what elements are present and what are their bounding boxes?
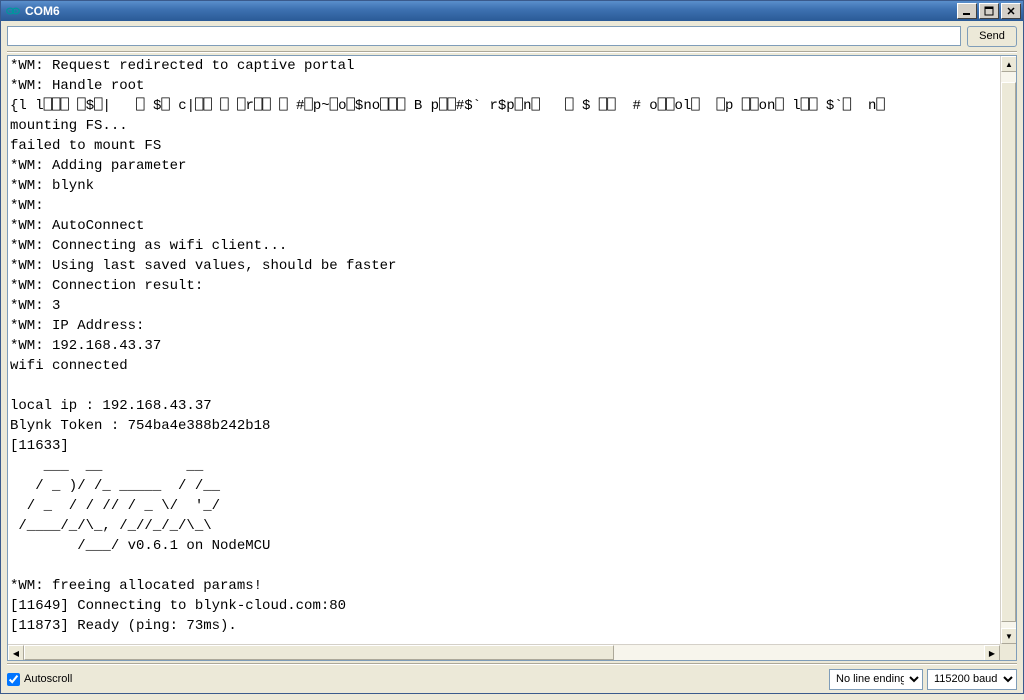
scroll-up-button[interactable]: ▲ bbox=[1001, 56, 1017, 72]
window-title: COM6 bbox=[25, 4, 957, 18]
console-area: *WM: Request redirected to captive porta… bbox=[7, 55, 1017, 661]
scroll-down-button[interactable]: ▼ bbox=[1001, 628, 1017, 644]
scroll-track-horizontal[interactable] bbox=[24, 645, 984, 660]
minimize-button[interactable] bbox=[957, 3, 977, 19]
scroll-thumb-horizontal[interactable] bbox=[24, 645, 614, 660]
vertical-scrollbar[interactable]: ▲ ▼ bbox=[1000, 56, 1016, 644]
scroll-thumb-vertical[interactable] bbox=[1001, 82, 1016, 622]
baud-rate-select[interactable]: 115200 baud bbox=[927, 669, 1017, 690]
autoscroll-checkbox[interactable] bbox=[7, 673, 20, 686]
scroll-right-button[interactable]: ▶ bbox=[984, 645, 1000, 661]
input-toolbar: Send bbox=[1, 21, 1023, 51]
status-bar: Autoscroll No line ending 115200 baud bbox=[1, 665, 1023, 693]
autoscroll-checkbox-wrap[interactable]: Autoscroll bbox=[7, 673, 72, 686]
autoscroll-label: Autoscroll bbox=[24, 673, 72, 685]
console-output[interactable]: *WM: Request redirected to captive porta… bbox=[8, 56, 1000, 644]
send-button[interactable]: Send bbox=[967, 26, 1017, 47]
scroll-left-button[interactable]: ◀ bbox=[8, 645, 24, 661]
line-ending-select[interactable]: No line ending bbox=[829, 669, 923, 690]
scroll-corner bbox=[1000, 644, 1016, 660]
titlebar[interactable]: COM6 bbox=[1, 1, 1023, 21]
close-button[interactable] bbox=[1001, 3, 1021, 19]
separator bbox=[7, 51, 1017, 53]
horizontal-scrollbar[interactable]: ◀ ▶ bbox=[8, 644, 1000, 660]
maximize-button[interactable] bbox=[979, 3, 999, 19]
app-icon bbox=[5, 3, 21, 19]
scroll-track-vertical[interactable] bbox=[1001, 72, 1016, 628]
window-controls bbox=[957, 3, 1021, 19]
serial-monitor-window: COM6 Send *WM: Request redirected to cap… bbox=[0, 0, 1024, 694]
serial-input[interactable] bbox=[7, 26, 961, 46]
